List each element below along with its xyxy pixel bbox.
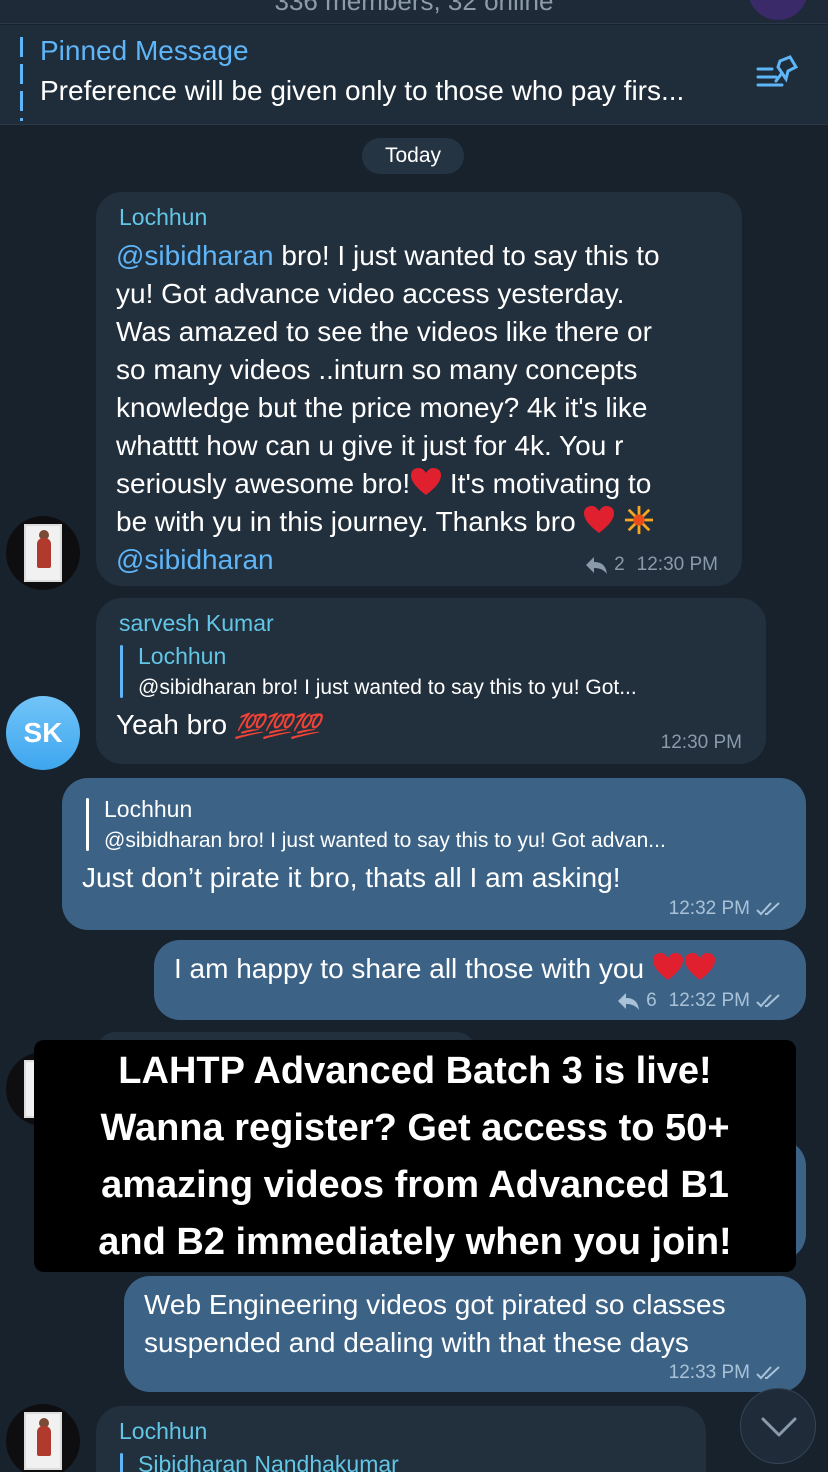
message-text: Web Engineering videos got pirated so cl… <box>144 1289 726 1320</box>
date-separator: Today <box>362 138 464 174</box>
sender-name[interactable]: sarvesh Kumar <box>119 610 746 637</box>
message-bubble[interactable]: Lochhun @sibidharan bro! I just wanted t… <box>62 778 806 930</box>
message-text: Just don’t pirate it bro, thats all I am… <box>82 862 621 893</box>
scroll-down-button[interactable] <box>740 1388 816 1464</box>
heart-icon <box>584 506 615 533</box>
pinned-message-bar[interactable]: Pinned Message Preference will be given … <box>0 25 828 125</box>
pin-list-icon[interactable] <box>756 55 800 95</box>
reply-preview[interactable]: Lochhun @sibidharan bro! I just wanted t… <box>86 796 786 853</box>
reply-name: Sibidharan Nandhakumar <box>138 1451 399 1472</box>
hundred-emoji: 💯💯💯 <box>234 713 321 740</box>
message-bubble[interactable]: Lochhun Sibidharan Nandhakumar <box>96 1406 706 1472</box>
message-time: 12:30 PM <box>636 554 718 575</box>
double-check-icon <box>756 902 780 916</box>
reply-name: Lochhun <box>104 796 193 822</box>
message-bubble[interactable]: Web Engineering videos got pirated so cl… <box>124 1276 806 1392</box>
message-bubble[interactable]: sarvesh Kumar Lochhun @sibidharan bro! I… <box>96 598 766 764</box>
avatar[interactable] <box>6 1404 80 1472</box>
overlay-line: LAHTP Advanced Batch 3 is live! <box>118 1050 712 1092</box>
mention-link[interactable]: @sibidharan <box>116 544 274 575</box>
message-text: It's motivating to <box>442 468 652 499</box>
avatar[interactable]: SK <box>6 696 80 770</box>
message-time: 12:32 PM <box>668 898 750 919</box>
message-text: seriously awesome bro! <box>116 468 411 499</box>
overlay-line: Wanna register? Get access to 50+ <box>100 1107 730 1149</box>
reply-name: Lochhun <box>138 643 227 669</box>
message-text: be with yu in this journey. Thanks bro <box>116 506 584 537</box>
message-meta: 12:33 PM <box>669 1362 782 1384</box>
message-bubble[interactable]: I am happy to share all those with you 6… <box>154 940 806 1020</box>
mention-link[interactable]: @sibidharan <box>116 240 274 271</box>
chat-subtitle: 336 members, 32 online <box>274 0 554 16</box>
double-check-icon <box>756 994 780 1008</box>
heart-icon <box>652 953 683 980</box>
overlay-line: amazing videos from Advanced B1 <box>101 1164 729 1206</box>
group-avatar[interactable] <box>748 0 808 20</box>
reply-arrow-icon[interactable] <box>584 555 608 575</box>
message-text: Yeah bro <box>116 709 235 740</box>
pinned-indicator <box>20 37 23 121</box>
reply-count[interactable]: 6 <box>646 990 657 1012</box>
sender-name[interactable]: Lochhun <box>119 204 722 231</box>
message-time: 12:30 PM <box>660 732 742 753</box>
reply-text: @sibidharan bro! I just wanted to say th… <box>138 676 637 699</box>
reply-count[interactable]: 2 <box>614 554 625 576</box>
pinned-title: Pinned Message <box>40 35 249 66</box>
message-meta: 6 12:32 PM <box>616 990 782 1012</box>
message-bubble[interactable]: Lochhun @sibidharan bro! I just wanted t… <box>96 192 742 586</box>
reply-preview[interactable]: Sibidharan Nandhakumar <box>120 1451 680 1472</box>
reply-preview[interactable]: Lochhun @sibidharan bro! I just wanted t… <box>120 643 740 700</box>
heart-icon <box>411 468 442 495</box>
message-text: whatttt how can u give it just for 4k. Y… <box>116 430 624 461</box>
heart-icon <box>684 953 715 980</box>
message-time: 12:33 PM <box>668 1362 750 1383</box>
announcement-overlay: LAHTP Advanced Batch 3 is live! Wanna re… <box>34 1040 796 1272</box>
sparkle-icon <box>625 505 654 535</box>
message-text: bro! I just wanted to say this to <box>273 240 660 271</box>
pinned-text: Preference will be given only to those w… <box>40 75 685 106</box>
message-meta: 12:30 PM <box>661 732 742 754</box>
avatar[interactable] <box>6 516 80 590</box>
message-text: yu! Got advance video access yesterday. <box>116 278 625 309</box>
message-time: 12:32 PM <box>668 990 750 1011</box>
message-text: so many videos ..inturn so many concepts <box>116 354 638 385</box>
reply-arrow-icon[interactable] <box>616 991 640 1011</box>
overlay-line: and B2 immediately when you join! <box>98 1221 732 1263</box>
message-meta: 12:32 PM <box>669 898 782 920</box>
chevron-down-icon <box>761 1417 797 1437</box>
message-text: Was amazed to see the videos like there … <box>116 316 652 347</box>
double-check-icon <box>756 1366 780 1380</box>
sender-name[interactable]: Lochhun <box>119 1418 686 1445</box>
message-text: suspended and dealing with that these da… <box>144 1327 689 1358</box>
message-text: I am happy to share all those with you <box>174 953 652 984</box>
message-meta: 2 12:30 PM <box>584 554 718 576</box>
reply-text: @sibidharan bro! I just wanted to say th… <box>104 829 666 852</box>
message-text: knowledge but the price money? 4k it's l… <box>116 392 648 423</box>
chat-header[interactable]: 336 members, 32 online <box>0 0 828 24</box>
